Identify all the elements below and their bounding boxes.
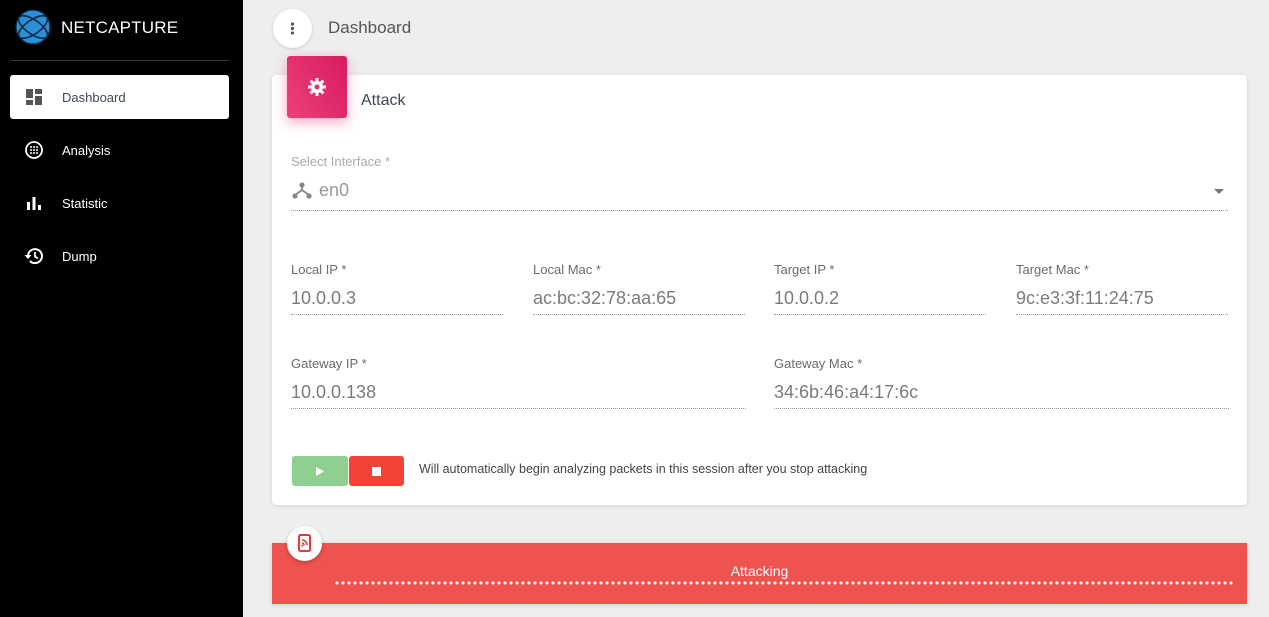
app-name: NETCAPTURE	[61, 18, 179, 37]
attack-hint-text: Will automatically begin analyzing packe…	[419, 462, 868, 476]
field-underline	[774, 314, 986, 315]
start-attack-button[interactable]	[292, 456, 348, 486]
field-underline	[291, 408, 746, 409]
local-mac-value: ac:bc:32:78:aa:65	[533, 288, 677, 308]
sidebar-item-analysis[interactable]: Analysis	[10, 128, 229, 172]
sidebar-item-label: Dashboard	[62, 90, 126, 105]
gateway-mac-value: 34:6b:46:a4:17:6c	[774, 382, 919, 402]
sidebar-item-dashboard[interactable]: Dashboard	[10, 75, 229, 119]
network-icon	[292, 182, 312, 199]
dashboard-icon	[26, 89, 42, 105]
interface-value: en0	[319, 180, 350, 200]
more-options-button[interactable]	[273, 9, 312, 48]
bar-chart-icon	[27, 197, 41, 210]
field-underline	[291, 210, 1228, 211]
sidebar-item-statistic[interactable]: Statistic	[10, 181, 229, 225]
cast-phone-icon	[298, 534, 311, 552]
chevron-down-icon	[1214, 189, 1224, 194]
sidebar: NETCAPTURE Dashboard Analysis Statistic	[0, 0, 243, 617]
brand: NETCAPTURE	[0, 0, 243, 58]
target-ip-value: 10.0.0.2	[774, 288, 840, 308]
stop-icon	[372, 467, 381, 476]
field-underline	[774, 408, 1229, 409]
local-mac-field[interactable]: ac:bc:32:78:aa:65	[533, 284, 745, 316]
target-mac-value: 9c:e3:3f:11:24:75	[1016, 288, 1154, 308]
page-title: Dashboard	[328, 18, 412, 37]
sidebar-item-label: Dump	[62, 249, 97, 264]
target-ip-field[interactable]: 10.0.0.2	[774, 284, 986, 316]
more-vert-icon	[290, 22, 295, 35]
target-mac-field[interactable]: 9c:e3:3f:11:24:75	[1016, 284, 1228, 316]
local-ip-value: 10.0.0.3	[291, 288, 357, 308]
field-underline	[1016, 314, 1228, 315]
gateway-mac-label: Gateway Mac *	[774, 356, 863, 371]
field-underline	[291, 314, 503, 315]
field-underline	[533, 314, 745, 315]
interface-label: Select Interface *	[291, 154, 390, 169]
status-text: Attacking	[730, 563, 789, 579]
sidebar-item-label: Statistic	[62, 196, 108, 211]
gateway-ip-value: 10.0.0.138	[291, 382, 377, 402]
target-ip-label: Target IP *	[774, 262, 835, 277]
gateway-ip-label: Gateway IP *	[291, 356, 367, 371]
gear-icon	[308, 78, 326, 96]
local-ip-label: Local IP *	[291, 262, 347, 277]
analysis-icon	[25, 141, 43, 159]
stop-attack-button[interactable]	[349, 456, 404, 486]
history-icon	[24, 248, 43, 265]
local-mac-label: Local Mac *	[533, 262, 601, 277]
card-header-icon	[287, 56, 347, 118]
card-title: Attack	[361, 92, 406, 109]
sidebar-item-label: Analysis	[62, 143, 111, 158]
sidebar-divider	[10, 60, 229, 61]
globe-logo-icon	[15, 9, 51, 45]
attack-status-bar: Attacking	[272, 543, 1247, 604]
interface-select[interactable]: en0	[291, 176, 1228, 212]
progress-dots	[334, 581, 1234, 585]
status-badge	[287, 526, 322, 561]
target-mac-label: Target Mac *	[1016, 262, 1089, 277]
gateway-mac-field[interactable]: 34:6b:46:a4:17:6c	[774, 378, 1229, 410]
play-icon	[316, 467, 324, 476]
sidebar-item-dump[interactable]: Dump	[10, 234, 229, 278]
local-ip-field[interactable]: 10.0.0.3	[291, 284, 503, 316]
gateway-ip-field[interactable]: 10.0.0.138	[291, 378, 746, 410]
